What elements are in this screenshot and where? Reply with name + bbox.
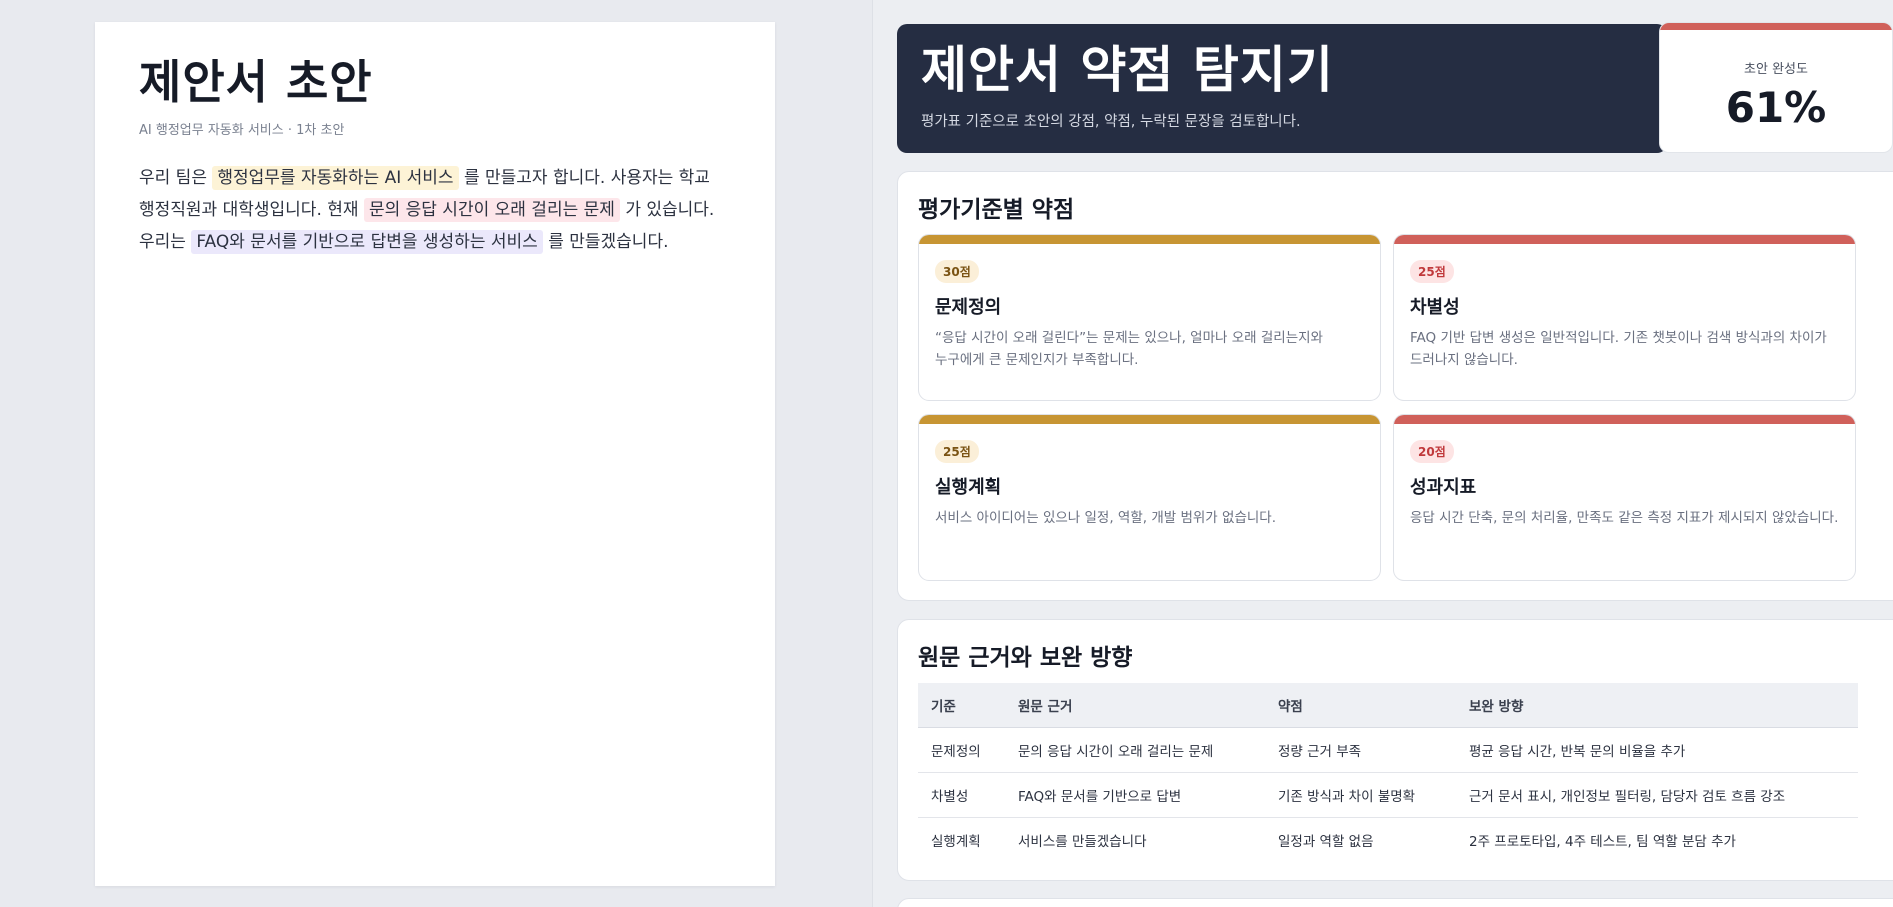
next-panel — [897, 898, 1893, 907]
card-title: 성과지표 — [1410, 477, 1477, 498]
card-title: 실행계획 — [935, 477, 1002, 498]
card-description: FAQ 기반 답변 생성은 일반적입니다. 기존 챗봇이나 검색 방식과의 차이… — [1410, 330, 1827, 368]
body-text: 를 만들겠습니다. — [542, 231, 669, 252]
weakness-panel-title: 평가기준별 약점 — [918, 197, 1075, 223]
weakness-card-execution[interactable]: 25점 실행계획 서비스 아이디어는 있으나 일정, 역할, 개발 범위가 없습… — [918, 414, 1381, 581]
score-badge: 25점 — [1410, 260, 1454, 283]
column-header: 약점 — [1265, 683, 1456, 728]
draft-document: 제안서 초안 AI 행정업무 자동화 서비스 · 1차 초안 우리 팀은 행정업… — [95, 22, 775, 886]
column-header: 보완 방향 — [1456, 683, 1858, 728]
card-description: 서비스 아이디어는 있으나 일정, 역할, 개발 범위가 없습니다. — [935, 510, 1276, 526]
score-badge: 25점 — [935, 440, 979, 463]
table-cell: 문의 응답 시간이 오래 걸리는 문제 — [1005, 727, 1265, 773]
table-cell: 차별성 — [918, 772, 1005, 818]
table-cell: 2주 프로토타입, 4주 테스트, 팀 역할 분담 추가 — [1469, 833, 1736, 850]
table-row[interactable]: 실행계획 서비스를 만들겠습니다 일정과 역할 없음 2주 프로토타입, 4주 … — [918, 817, 1858, 862]
card-description: 응답 시간 단축, 문의 처리율, 만족도 같은 측정 지표가 제시되지 않았습… — [1410, 510, 1839, 526]
analysis-pane: 제안서 약점 탐지기 평가표 기준으로 초안의 강점, 약점, 누락된 문장을 … — [873, 0, 1893, 907]
table-cell: FAQ와 문서를 기반으로 답변 — [1005, 772, 1265, 818]
table-cell: 서비스를 만들겠습니다 — [1018, 833, 1147, 850]
completion-label: 초안 완성도 — [1744, 62, 1808, 77]
highlight-problem[interactable]: 문의 응답 시간이 오래 걸리는 문제 — [363, 197, 620, 222]
table-cell: 일정과 역할 없음 — [1278, 833, 1374, 850]
hero-banner: 제안서 약점 탐지기 평가표 기준으로 초안의 강점, 약점, 누락된 문장을 … — [897, 24, 1667, 153]
weakness-card-metrics[interactable]: 20점 성과지표 응답 시간 단축, 문의 처리율, 만족도 같은 측정 지표가… — [1393, 414, 1856, 581]
card-title: 문제정의 — [935, 297, 1002, 318]
weakness-card-differentiation[interactable]: 25점 차별성 FAQ 기반 답변 생성은 일반적입니다. 기존 챗봇이나 검색… — [1393, 234, 1856, 401]
highlight-solution[interactable]: FAQ와 문서를 기반으로 답변을 생성하는 서비스 — [191, 229, 543, 254]
document-title: 제안서 초안 — [139, 55, 373, 109]
table-row[interactable]: 문제정의 문의 응답 시간이 오래 걸리는 문제 정량 근거 부족 평균 응답 … — [918, 727, 1858, 773]
card-accent-bar — [919, 235, 1380, 244]
evidence-table: 기준 원문 근거 약점 보완 방향 문제정의 문의 응답 시간이 오래 걸리는 … — [918, 683, 1858, 862]
weakness-panel: 평가기준별 약점 30점 문제정의 “응답 시간이 오래 걸린다”는 문제는 있… — [897, 171, 1893, 601]
document-body: 우리 팀은 행정업무를 자동화하는 AI 서비스 를 만들고자 합니다. 사용자… — [139, 162, 731, 258]
column-header: 기준 — [918, 683, 1005, 728]
table-cell: 근거 문서 표시, 개인정보 필터링, 담당자 검토 흐름 강조 — [1456, 772, 1858, 818]
evidence-panel-title: 원문 근거와 보완 방향 — [918, 645, 1133, 671]
table-cell: 문제정의 — [918, 727, 1005, 773]
table-header-row: 기준 원문 근거 약점 보완 방향 — [918, 683, 1858, 728]
table-cell: 기존 방식과 차이 불명확 — [1265, 772, 1456, 818]
table-cell: 실행계획 — [931, 833, 981, 850]
card-accent-bar — [919, 415, 1380, 424]
highlight-service[interactable]: 행정업무를 자동화하는 AI 서비스 — [212, 165, 459, 190]
card-accent-bar — [1394, 415, 1855, 424]
weakness-card-problem[interactable]: 30점 문제정의 “응답 시간이 오래 걸린다”는 문제는 있으나, 얼마나 오… — [918, 234, 1381, 401]
completion-accent-bar — [1660, 23, 1892, 30]
score-badge: 30점 — [935, 260, 979, 283]
evidence-panel: 원문 근거와 보완 방향 기준 원문 근거 약점 보완 방향 문제정의 문의 응… — [897, 619, 1893, 881]
table-cell: 평균 응답 시간, 반복 문의 비율을 추가 — [1456, 727, 1858, 773]
table-cell: 정량 근거 부족 — [1265, 727, 1456, 773]
table-row[interactable]: 차별성 FAQ와 문서를 기반으로 답변 기존 방식과 차이 불명확 근거 문서… — [918, 772, 1858, 818]
completion-card: 초안 완성도 61% — [1659, 22, 1893, 153]
body-text: 우리 팀은 — [139, 167, 213, 188]
card-description: “응답 시간이 오래 걸린다”는 문제는 있으나, 얼마나 오래 걸리는지와 누… — [935, 330, 1323, 368]
hero-title: 제안서 약점 탐지기 — [921, 41, 1334, 99]
document-subtitle: AI 행정업무 자동화 서비스 · 1차 초안 — [139, 122, 345, 138]
hero-subtitle: 평가표 기준으로 초안의 강점, 약점, 누락된 문장을 검토합니다. — [921, 113, 1301, 130]
column-header: 원문 근거 — [1005, 683, 1265, 728]
card-accent-bar — [1394, 235, 1855, 244]
draft-pane: 제안서 초안 AI 행정업무 자동화 서비스 · 1차 초안 우리 팀은 행정업… — [0, 0, 872, 907]
completion-value: 61% — [1725, 83, 1827, 132]
score-badge: 20점 — [1410, 440, 1454, 463]
card-title: 차별성 — [1410, 297, 1460, 318]
